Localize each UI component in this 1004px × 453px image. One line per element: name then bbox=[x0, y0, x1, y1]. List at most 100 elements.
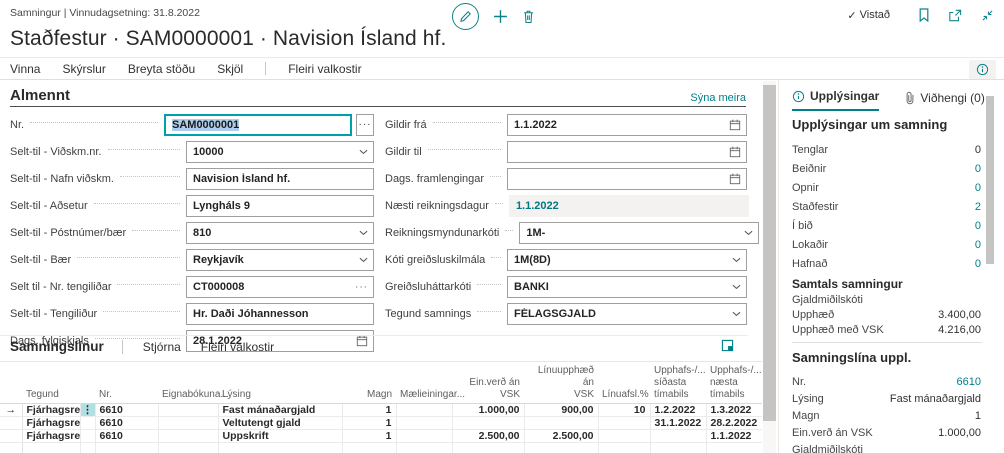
col-lysing[interactable]: Lýsing bbox=[218, 362, 342, 404]
field-row: Selt-til - Aðsetur bbox=[10, 192, 374, 219]
delete-icon[interactable] bbox=[522, 9, 535, 24]
line-info-value-link[interactable]: 6610 bbox=[957, 376, 981, 388]
col-linuupphaed[interactable]: Línuupphæð án VSK bbox=[524, 362, 598, 404]
col-naesta-timabils[interactable]: Upphafs-/... næsta tímabils bbox=[706, 362, 762, 404]
stat-row: Staðfestir 2 bbox=[779, 197, 1004, 216]
chevron-down-icon[interactable] bbox=[732, 311, 741, 317]
field-label: Selt-til - Bær bbox=[10, 254, 71, 266]
field-label: Gildir frá bbox=[385, 119, 427, 131]
selt-til-nr-tengilidar-field[interactable]: ··· bbox=[186, 276, 374, 298]
menu-vinna[interactable]: Vinna bbox=[10, 62, 40, 76]
koti-greidsluskilmala-field[interactable] bbox=[507, 249, 747, 271]
factbox-divider bbox=[792, 342, 982, 343]
col-eignabokuna[interactable]: Eignabókuna... bbox=[158, 362, 218, 404]
menu-skjol[interactable]: Skjöl bbox=[217, 62, 243, 76]
stat-value: 0 bbox=[975, 144, 981, 156]
saved-status: ✓ Vistað bbox=[847, 9, 890, 22]
edit-icon[interactable] bbox=[452, 3, 479, 30]
stat-value-link[interactable]: 2 bbox=[975, 201, 981, 213]
nr-assist-button[interactable]: ··· bbox=[356, 114, 374, 136]
open-in-excel-icon[interactable] bbox=[721, 339, 734, 352]
col-sidasta-timabils[interactable]: Upphafs-/... síðasta tímabils bbox=[650, 362, 706, 404]
row-menu-button[interactable]: ⋮ bbox=[80, 404, 95, 417]
collapse-icon[interactable] bbox=[981, 9, 994, 22]
factbox-scrollbar-thumb[interactable] bbox=[986, 96, 994, 264]
selt-til-postnumer-baer-field[interactable] bbox=[186, 222, 374, 244]
stat-value-link[interactable]: 0 bbox=[975, 220, 981, 232]
help-info-button[interactable] bbox=[969, 60, 996, 79]
menu-breyta-stodu[interactable]: Breyta stöðu bbox=[128, 62, 195, 76]
gildir-til-field[interactable] bbox=[507, 141, 747, 163]
factbox-panel: Upplýsingar Viðhengi (0) Upplýsingar um … bbox=[778, 80, 1004, 453]
col-magn[interactable]: Magn bbox=[342, 362, 396, 404]
bookmark-icon[interactable] bbox=[919, 8, 929, 22]
col-nr[interactable]: Nr. bbox=[95, 362, 158, 404]
selt-til-tengilidur-field[interactable] bbox=[186, 303, 374, 325]
field-label: Dags. framlengingar bbox=[385, 173, 484, 185]
chevron-down-icon[interactable] bbox=[359, 257, 368, 263]
field-row: Selt-til - Bær bbox=[10, 246, 374, 273]
tab-vidhengi[interactable]: Viðhengi (0) bbox=[905, 91, 985, 111]
field-label: Selt-til - Nafn viðskm. bbox=[10, 173, 114, 185]
table-row[interactable]: → Fjárhagsreik... ⋮ 6610 Fast mánaðargja… bbox=[0, 404, 762, 417]
new-icon[interactable] bbox=[493, 9, 508, 24]
greidsluhattarkoti-field[interactable] bbox=[507, 276, 747, 298]
col-maelieiningar[interactable]: Mælieiningar... bbox=[396, 362, 452, 404]
field-row: Selt-til - Póstnúmer/bær bbox=[10, 219, 374, 246]
chevron-down-icon[interactable] bbox=[359, 230, 368, 236]
dags-framlengingar-field[interactable] bbox=[507, 168, 747, 190]
lines-menu-stjorna[interactable]: Stjórna bbox=[143, 340, 181, 354]
calendar-icon[interactable] bbox=[729, 173, 741, 185]
stat-row: Opnir 0 bbox=[779, 178, 1004, 197]
assist-ellipsis-icon[interactable]: ··· bbox=[355, 281, 368, 292]
selt-til-nafn-vidskm-field[interactable] bbox=[186, 168, 374, 190]
selt-til-vidskm-nr-field[interactable] bbox=[186, 141, 374, 163]
table-row[interactable]: Fjárhagsreik... 6610 Uppskrift 1 2.500,0… bbox=[0, 430, 762, 443]
main-scrollbar-thumb[interactable] bbox=[763, 85, 776, 421]
stat-value-link[interactable]: 0 bbox=[975, 163, 981, 175]
totals-title: Samtals samningur bbox=[792, 277, 903, 291]
chevron-down-icon[interactable] bbox=[732, 284, 741, 290]
field-row: Kóti greiðsluskilmála bbox=[385, 246, 747, 273]
stat-value-link[interactable]: 0 bbox=[975, 239, 981, 251]
field-row: Selt-til - Nafn viðskm. bbox=[10, 165, 374, 192]
chevron-down-icon[interactable] bbox=[732, 257, 741, 263]
stat-value-link[interactable]: 0 bbox=[975, 258, 981, 270]
table-row[interactable]: Fjárhagsreik... 6610 Veltutengt gjald 1 … bbox=[0, 417, 762, 430]
lines-menu-more[interactable]: Fleiri valkostir bbox=[201, 340, 274, 354]
show-more-link[interactable]: Sýna meira bbox=[690, 92, 746, 104]
table-row-empty[interactable] bbox=[0, 443, 762, 453]
gildir-fra-field[interactable] bbox=[507, 114, 747, 136]
nr-field[interactable]: SAM0000001 bbox=[164, 114, 352, 136]
tegund-samnings-field[interactable] bbox=[507, 303, 747, 325]
line-info-row: Magn 1 bbox=[779, 407, 1004, 424]
menu-more-options[interactable]: Fleiri valkostir bbox=[288, 62, 361, 76]
page-actions bbox=[452, 3, 535, 30]
field-row: Tegund samnings bbox=[385, 300, 747, 327]
stat-row: Hafnað 0 bbox=[779, 254, 1004, 273]
card-content: Almennt Sýna meira Nr. SAM0000001 ··· Se… bbox=[0, 80, 762, 453]
col-tegund[interactable]: Tegund bbox=[22, 362, 80, 404]
calendar-icon[interactable] bbox=[729, 119, 741, 131]
calendar-icon[interactable] bbox=[729, 146, 741, 158]
stat-value-link[interactable]: 0 bbox=[975, 182, 981, 194]
selt-til-adsetur-field[interactable] bbox=[186, 195, 374, 217]
field-row: Gildir til bbox=[385, 138, 747, 165]
field-label: Selt-til - Tengiliður bbox=[10, 308, 97, 320]
selt-til-baer-field[interactable] bbox=[186, 249, 374, 271]
breadcrumb[interactable]: Samningur | Vinnudagsetning: 31.8.2022 bbox=[10, 7, 200, 19]
lines-section-header: Samningslínur Stjórna Fleiri valkostir bbox=[0, 335, 748, 357]
stat-row: Tenglar 0 bbox=[779, 140, 1004, 159]
open-in-window-icon[interactable] bbox=[948, 9, 962, 22]
line-info-row: Ein.verð án VSK 1.000,00 bbox=[779, 424, 1004, 441]
field-label: Selt-til - Aðsetur bbox=[10, 200, 88, 212]
window-actions: ✓ Vistað bbox=[847, 8, 994, 22]
reikningsmyndunarkoti-field[interactable] bbox=[519, 222, 759, 244]
menu-skyrslur[interactable]: Skýrslur bbox=[62, 62, 105, 76]
field-label: Næsti reikningsdagur bbox=[385, 200, 489, 212]
menu-divider bbox=[265, 62, 266, 75]
chevron-down-icon[interactable] bbox=[359, 149, 368, 155]
tab-upplysingar[interactable]: Upplýsingar bbox=[792, 89, 879, 111]
col-linuafsl[interactable]: Línuafsl.% bbox=[598, 362, 650, 404]
chevron-down-icon[interactable] bbox=[744, 230, 753, 236]
